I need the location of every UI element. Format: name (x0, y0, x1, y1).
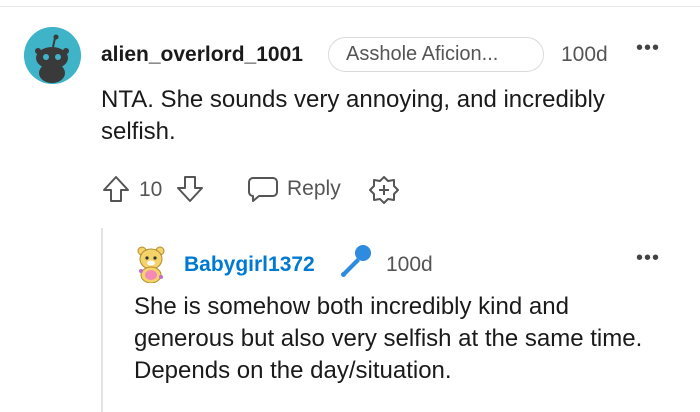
comment-bubble-icon (247, 175, 279, 208)
award-icon[interactable] (369, 175, 399, 210)
user-flair: Asshole Aficion... (328, 37, 544, 72)
reply-label: Reply (287, 177, 341, 200)
comment-body: NTA. She sounds very annoying, and incre… (101, 86, 605, 145)
more-options-icon[interactable]: ••• (636, 37, 660, 60)
more-options-icon[interactable]: ••• (636, 247, 660, 270)
comment-timestamp[interactable]: 100d (561, 43, 608, 67)
downvote-icon[interactable] (175, 174, 205, 209)
comment-author[interactable]: alien_overlord_1001 (101, 43, 303, 67)
bear-avatar-icon (137, 246, 165, 284)
reply-button[interactable]: Reply (243, 172, 353, 204)
comment-author[interactable]: Babygirl1372 (184, 253, 315, 277)
comment-body: She is somehow both incredibly kind and … (134, 293, 643, 384)
avatar[interactable] (135, 245, 167, 284)
top-divider (0, 6, 700, 7)
microphone-icon (338, 244, 372, 285)
thread-line[interactable] (101, 228, 103, 412)
avatar[interactable] (24, 27, 81, 84)
comment-timestamp[interactable]: 100d (386, 253, 433, 277)
vote-score: 10 (139, 178, 163, 201)
upvote-icon[interactable] (101, 174, 131, 209)
snoo-avatar-icon (24, 27, 81, 84)
